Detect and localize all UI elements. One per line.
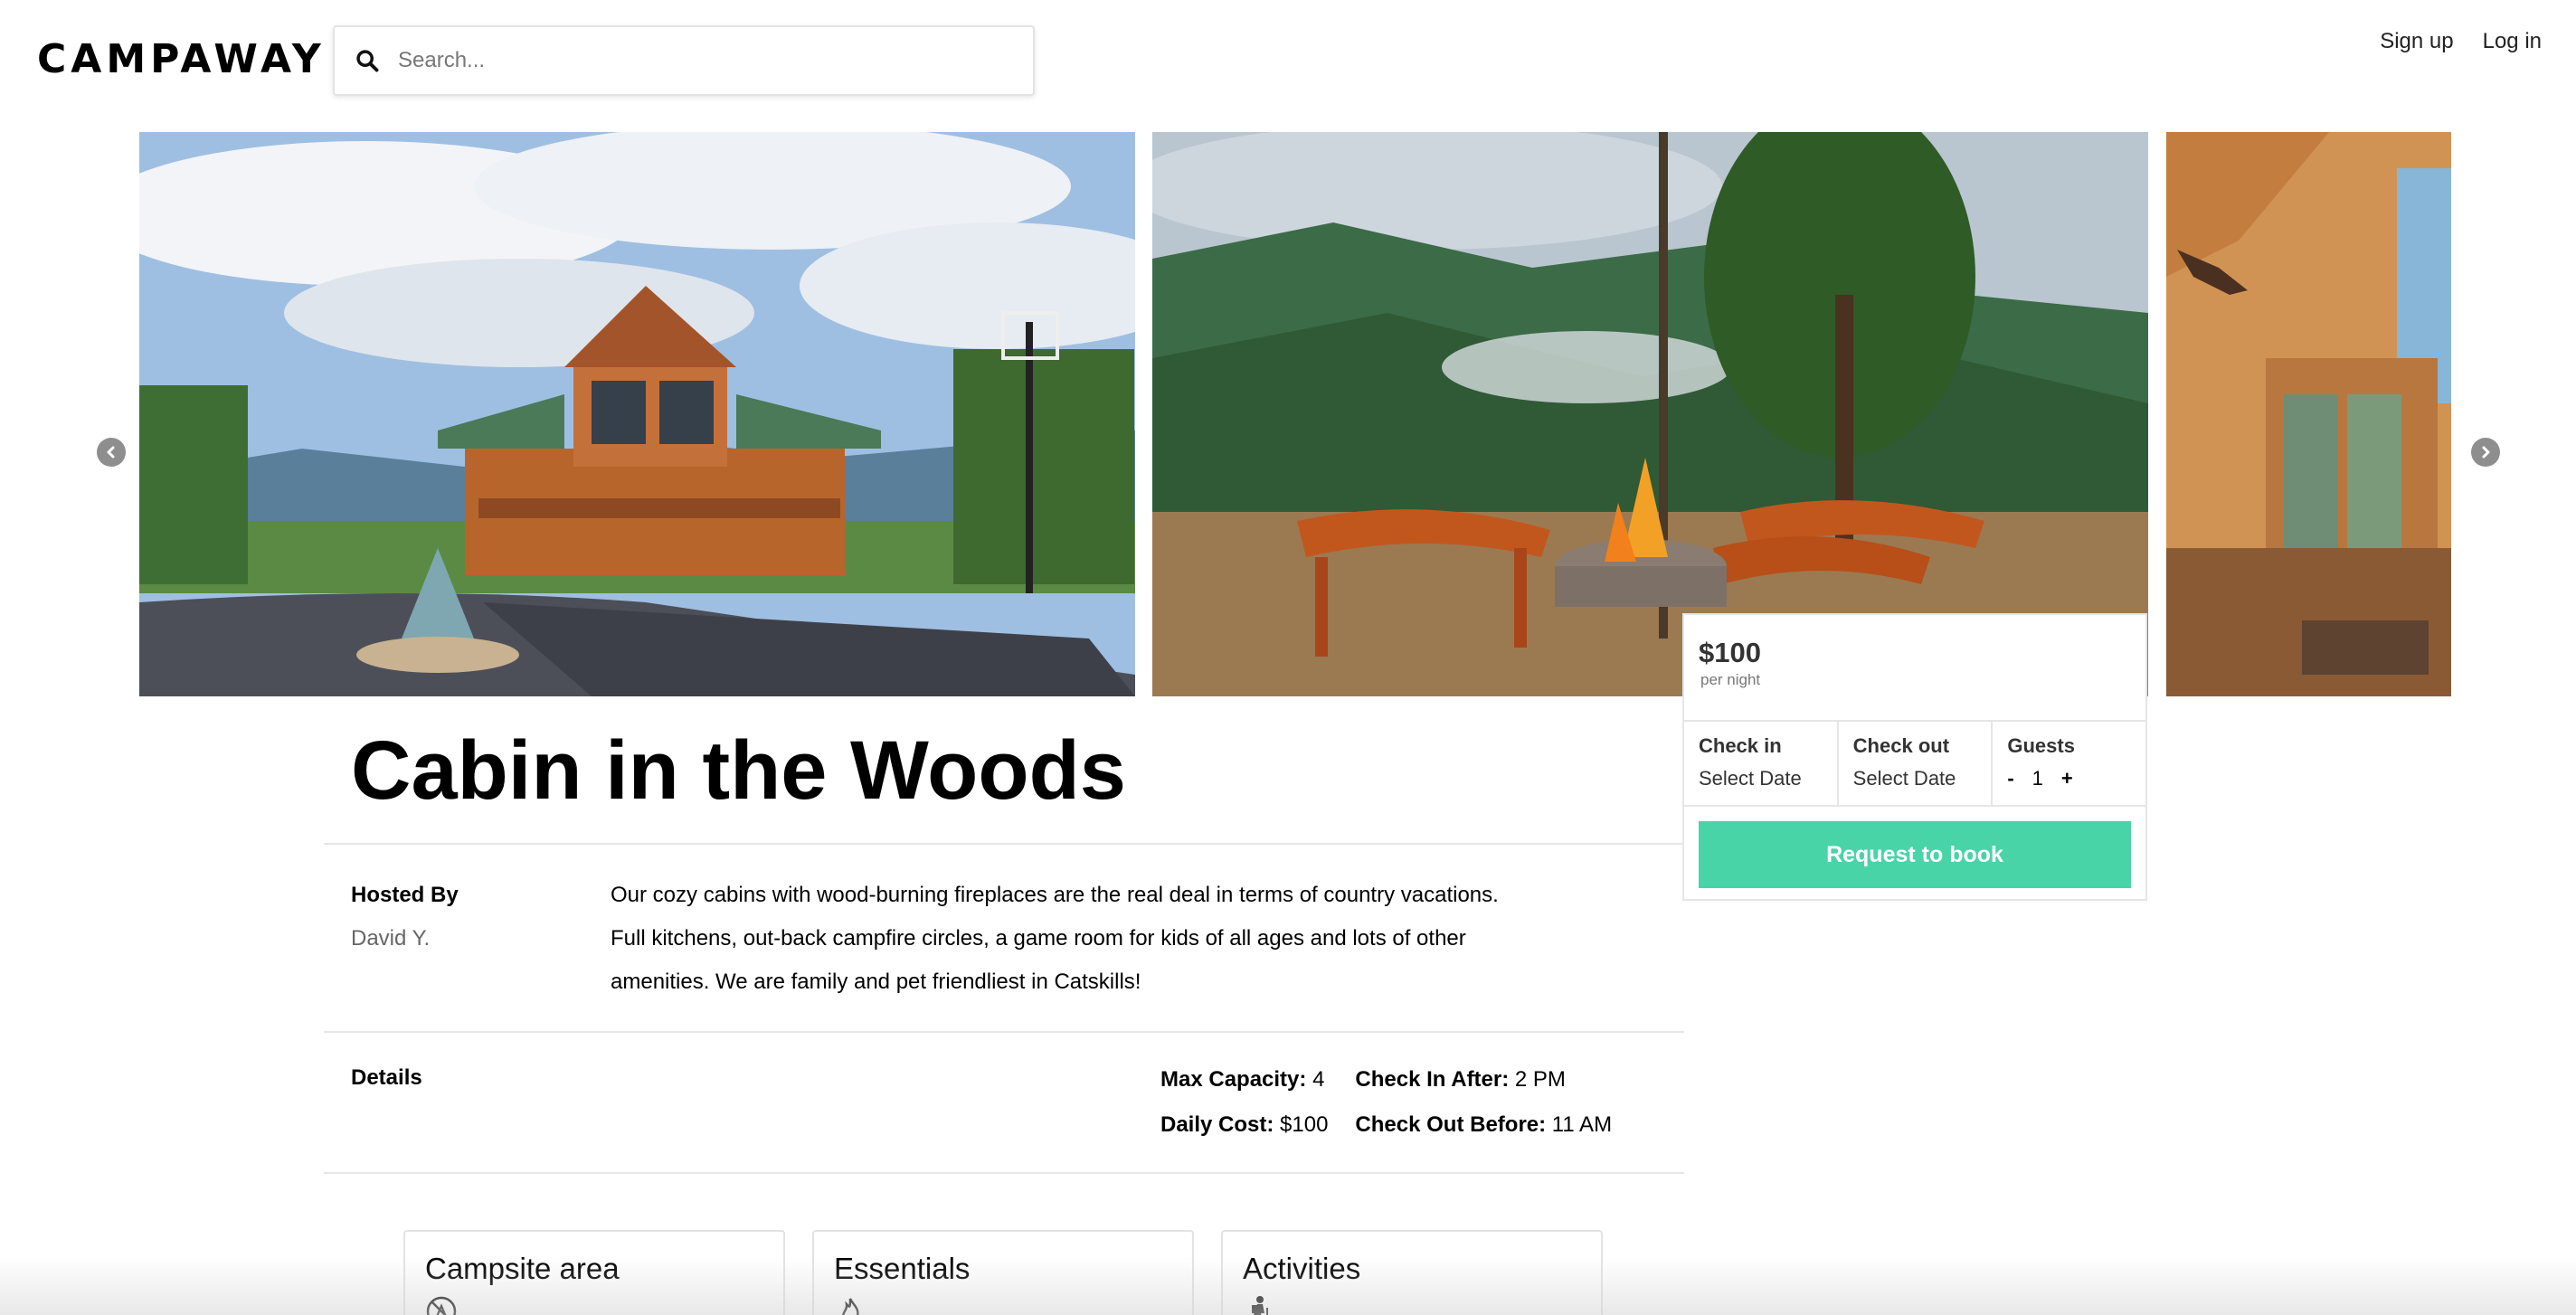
check-in-field[interactable]: Check in Select Date <box>1684 722 1839 805</box>
check-in-after: Check In After: 2 PM <box>1355 1067 1612 1093</box>
check-out-before-label: Check Out Before: <box>1355 1112 1547 1137</box>
per-night-label: per night <box>1700 671 1761 688</box>
check-out-field[interactable]: Check out Select Date <box>1839 722 1994 805</box>
guests-label: Guests <box>2007 734 2075 757</box>
nightly-price: $100 <box>1699 637 1761 668</box>
guests-decrement-button[interactable]: - <box>2007 767 2013 790</box>
hiker-icon <box>1252 1296 1268 1315</box>
chevron-left-icon <box>107 446 115 459</box>
check-out-before: Check Out Before: 11 AM <box>1355 1112 1612 1138</box>
gallery-next-button[interactable] <box>2471 438 2500 467</box>
check-in-after-value: 2 PM <box>1514 1067 1566 1092</box>
check-in-label: Check in <box>1699 734 1782 757</box>
max-capacity-value: 4 <box>1312 1067 1325 1092</box>
max-capacity: Max Capacity: 4 <box>1160 1067 1328 1093</box>
divider <box>324 1031 1684 1033</box>
check-out-label: Check out <box>1852 734 1950 757</box>
listing-description: Our cozy cabins with wood-burning firepl… <box>611 883 1499 994</box>
photo-gallery <box>139 132 2451 696</box>
check-out-date-picker[interactable]: Select Date <box>1853 767 1977 790</box>
amenity-card-campsite-area: Campsite area <box>403 1230 785 1315</box>
amenity-card-title: Activities <box>1243 1252 1361 1285</box>
sign-up-link[interactable]: Sign up <box>2380 29 2453 54</box>
photo-cabin-exterior[interactable] <box>139 132 1135 696</box>
details-grid: Max Capacity: 4 Check In After: 2 PM Dai… <box>1160 1067 1612 1138</box>
search-bar[interactable] <box>333 25 1035 96</box>
campaway-logo[interactable]: CAMPAWAY <box>37 36 326 82</box>
max-capacity-label: Max Capacity: <box>1160 1067 1307 1092</box>
amenity-card-title: Campsite area <box>425 1252 620 1285</box>
guests-count: 1 <box>2031 767 2043 790</box>
booking-widget: $100 per night Check in Select Date Chec… <box>1682 613 2147 901</box>
guests-field: Guests - 1 + <box>1993 722 2145 805</box>
gallery-prev-button[interactable] <box>97 438 126 467</box>
hosted-by-label: Hosted By <box>351 883 459 907</box>
chevron-right-icon <box>2482 446 2490 459</box>
search-input[interactable] <box>398 48 977 73</box>
listing-title: Cabin in the Woods <box>351 724 1126 817</box>
guests-increment-button[interactable]: + <box>2061 767 2073 790</box>
check-in-after-label: Check In After: <box>1355 1067 1510 1092</box>
guests-stepper: - 1 + <box>2007 767 2131 790</box>
daily-cost-label: Daily Cost: <box>1160 1112 1274 1137</box>
photo-cabin-interior[interactable] <box>2166 132 2451 696</box>
photo-firepit-mountains[interactable] <box>1152 132 2148 696</box>
no-campfire-icon <box>426 1296 457 1315</box>
amenity-card-essentials: Essentials <box>812 1230 1194 1315</box>
divider <box>324 843 1684 845</box>
request-to-book-button[interactable]: Request to book <box>1699 821 2131 888</box>
daily-cost-value: $100 <box>1280 1112 1329 1137</box>
search-icon <box>356 50 379 72</box>
daily-cost: Daily Cost: $100 <box>1160 1112 1328 1138</box>
host-name: David Y. <box>351 926 431 951</box>
amenity-card-activities: Activities <box>1221 1230 1603 1315</box>
flame-icon <box>841 1298 859 1315</box>
details-label: Details <box>351 1065 422 1090</box>
auth-links: Sign up Log in <box>2380 29 2542 54</box>
check-in-date-picker[interactable]: Select Date <box>1699 767 1823 790</box>
booking-fields: Check in Select Date Check out Select Da… <box>1684 720 2145 807</box>
log-in-link[interactable]: Log in <box>2483 29 2542 54</box>
check-out-before-value: 11 AM <box>1551 1112 1613 1137</box>
divider <box>324 1172 1684 1174</box>
amenity-card-title: Essentials <box>834 1252 971 1285</box>
